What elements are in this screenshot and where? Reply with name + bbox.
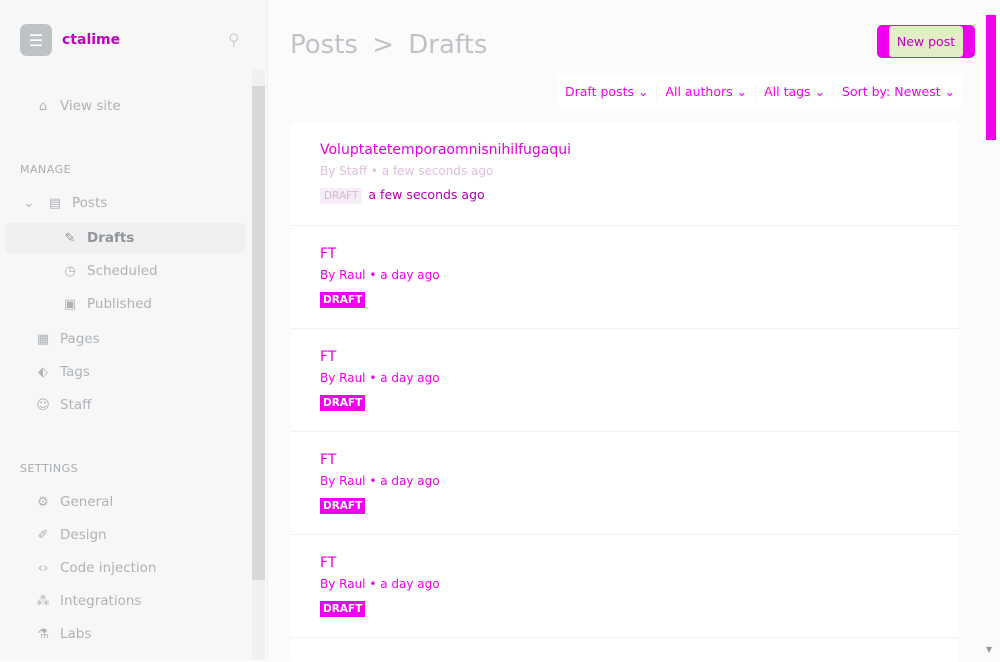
- post-time: a few seconds ago: [368, 187, 485, 202]
- clock-icon: ◷: [64, 263, 76, 279]
- nav-label: Published: [87, 296, 152, 312]
- main-scrollbar-thumb[interactable]: [986, 15, 996, 140]
- nav-label: Posts: [72, 195, 108, 211]
- nav-label: Design: [60, 527, 107, 543]
- code-icon: ‹›: [37, 560, 49, 576]
- nav-integrations[interactable]: ⁂ Integrations: [34, 586, 284, 616]
- nav-staff[interactable]: ☺ Staff: [34, 390, 284, 420]
- pencil-icon: ✎: [64, 230, 76, 246]
- integrations-icon: ⁂: [36, 593, 50, 609]
- breadcrumb-posts[interactable]: Posts: [290, 30, 358, 60]
- nav-tags[interactable]: ⬖ Tags: [34, 357, 284, 387]
- sidebar-scrollbar-thumb[interactable]: [252, 86, 265, 580]
- new-post-label: New post: [888, 26, 964, 57]
- breadcrumb: Posts > Drafts: [290, 30, 487, 60]
- nav-label: Code injection: [60, 560, 157, 576]
- post-row[interactable]: FT By Raul • a day ago DRAFT: [291, 535, 959, 638]
- status-badge: DRAFT: [320, 498, 366, 514]
- post-title[interactable]: FT: [320, 349, 930, 365]
- post-row[interactable]: Voluptatetemporaomnisnihilfugaqui By Sta…: [291, 122, 959, 226]
- new-post-button[interactable]: New post: [877, 25, 975, 58]
- post-meta: By Raul • a day ago: [320, 371, 440, 385]
- nav-code-injection[interactable]: ‹› Code injection: [34, 553, 284, 583]
- nav-label: View site: [60, 98, 121, 114]
- status-badge: DRAFT: [320, 292, 366, 308]
- nav-scheduled[interactable]: ◷ Scheduled: [61, 256, 311, 286]
- search-icon[interactable]: ⚲: [228, 30, 240, 49]
- page-title: Drafts: [408, 30, 488, 60]
- brush-icon: ✐: [37, 527, 49, 543]
- staff-icon: ☺: [36, 397, 50, 413]
- post-meta: By Raul • a day ago: [320, 474, 440, 488]
- published-icon: ▣: [63, 296, 77, 312]
- sort-filter[interactable]: Sort by: Newest ⌄: [834, 84, 963, 99]
- nav-published[interactable]: ▣ Published: [61, 289, 311, 319]
- status-badge: DRAFT: [320, 188, 363, 204]
- nav-design[interactable]: ✐ Design: [34, 520, 284, 550]
- filter-label: Sort by: Newest: [842, 84, 941, 99]
- type-filter[interactable]: Draft posts ⌄: [557, 84, 658, 99]
- breadcrumb-separator: >: [372, 30, 395, 60]
- post-title[interactable]: Voluptatetemporaomnisnihilfugaqui: [320, 142, 930, 158]
- post-title[interactable]: FT: [320, 452, 930, 468]
- nav-label: Integrations: [60, 593, 142, 609]
- post-row[interactable]: FT By Raul • a day ago DRAFT: [291, 226, 959, 329]
- post-meta: By Raul • a day ago: [320, 268, 440, 282]
- post-row[interactable]: FT By Raul • a day ago DRAFT: [291, 432, 959, 535]
- nav-posts[interactable]: ⌄ ▤ Posts: [20, 188, 270, 218]
- nav-pages[interactable]: ▦ Pages: [34, 324, 284, 354]
- nav-label: Drafts: [87, 230, 135, 246]
- filter-bar: Draft posts ⌄ All authors ⌄ All tags ⌄ S…: [557, 75, 964, 108]
- nav-label: Tags: [60, 364, 90, 380]
- gear-icon: ⚙: [37, 494, 49, 510]
- status-badge: DRAFT: [320, 395, 366, 411]
- chevron-down-icon[interactable]: ⌄: [20, 196, 38, 211]
- post-meta: By Raul • a day ago: [320, 577, 440, 591]
- post-list: Voluptatetemporaomnisnihilfugaqui By Sta…: [291, 122, 959, 662]
- scroll-down-arrow-icon[interactable]: ▼: [986, 645, 992, 654]
- post-title[interactable]: FT: [320, 246, 930, 262]
- nav-label: Labs: [60, 626, 92, 642]
- section-manage: MANAGE: [20, 163, 72, 176]
- flask-icon: ⚗: [37, 626, 49, 642]
- filter-label: All authors: [665, 84, 733, 99]
- nav-label: Scheduled: [87, 263, 158, 279]
- nav-labs[interactable]: ⚗ Labs: [34, 619, 284, 649]
- post-meta: By Staff • a few seconds ago: [320, 164, 494, 178]
- filter-label: All tags: [764, 84, 811, 99]
- author-filter[interactable]: All authors ⌄: [657, 84, 757, 99]
- nav-drafts[interactable]: ✎ Drafts: [5, 223, 245, 253]
- section-settings: SETTINGS: [20, 462, 79, 475]
- home-icon: ⌂: [38, 98, 48, 114]
- nav-label: Staff: [60, 397, 92, 413]
- nav-label: General: [60, 494, 114, 510]
- site-logo-icon[interactable]: ☰: [20, 24, 52, 56]
- nav-view-site[interactable]: ⌂ View site: [34, 91, 284, 121]
- posts-icon: ▤: [48, 195, 62, 211]
- post-row[interactable]: FT By Raul • a day ago DRAFT: [291, 329, 959, 432]
- nav-label: Pages: [60, 331, 100, 347]
- pages-icon: ▦: [36, 331, 50, 347]
- status-badge: DRAFT: [320, 601, 366, 617]
- sidebar: ☰ ctalime ⚲ ⌂ View site MANAGE ⌄ ▤ Posts ✎ D…: [0, 0, 268, 660]
- site-name[interactable]: ctalime: [62, 32, 120, 48]
- nav-general[interactable]: ⚙ General: [34, 487, 284, 517]
- tag-filter[interactable]: All tags ⌄: [756, 84, 835, 99]
- filter-label: Draft posts: [565, 84, 634, 99]
- tag-icon: ⬖: [38, 364, 48, 380]
- post-title[interactable]: FT: [320, 555, 930, 571]
